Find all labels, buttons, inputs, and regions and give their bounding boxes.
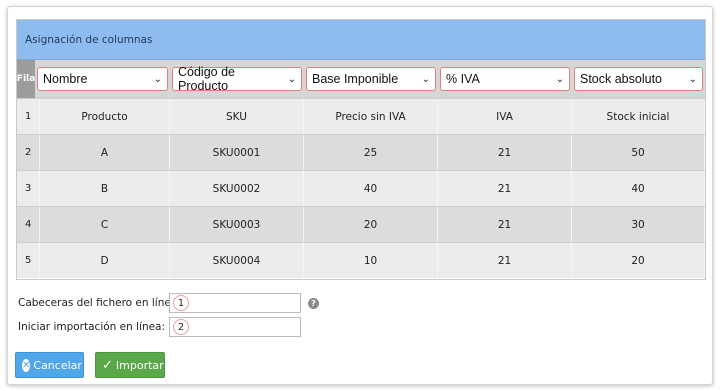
header-line-value: 1 [173,295,189,311]
table-row: 1 Producto SKU Precio sin IVA IVA Stock … [17,98,705,134]
header-line-field: Cabeceras del fichero en línea: 1 ? [18,293,319,313]
import-dialog: Asignación de columnas Fila Nombre ⌄ Códi… [7,6,713,385]
start-line-value: 2 [173,319,189,335]
table-row: 2 A SKU0001 25 21 50 [17,134,705,170]
panel-title: Asignación de columnas [25,33,153,46]
column-mapping-panel: Asignación de columnas Fila Nombre ⌄ Códi… [16,19,706,280]
header-line-label: Cabeceras del fichero en línea: [18,297,181,309]
chevron-down-icon: ⌄ [421,73,430,85]
start-line-input[interactable]: 2 [169,317,301,337]
check-icon: ✓ [102,357,113,373]
column-select-2[interactable]: Código de Producto ⌄ [172,65,302,93]
header-line-input[interactable]: 1 [169,293,301,313]
column-select-1[interactable]: Nombre ⌄ [37,67,168,91]
column-mapping-row: Fila Nombre ⌄ Código de Producto ⌄ Base Im… [17,60,705,98]
start-line-field: Iniciar importación en línea: 2 [18,317,301,337]
close-icon: ✕ [22,358,31,372]
panel-header: Asignación de columnas [17,20,705,60]
import-button[interactable]: ✓ Importar [95,352,165,378]
table-row: 5 D SKU0004 10 21 20 [17,242,705,278]
chevron-down-icon: ⌄ [287,73,296,85]
start-line-label: Iniciar importación en línea: [18,321,166,333]
chevron-down-icon: ⌄ [688,73,697,85]
table-row: 3 B SKU0002 40 21 40 [17,170,705,206]
chevron-down-icon: ⌄ [555,73,564,85]
column-select-5[interactable]: Stock absoluto ⌄ [574,67,703,91]
help-icon[interactable]: ? [308,297,319,309]
column-select-4[interactable]: % IVA ⌄ [440,67,570,91]
cancel-button[interactable]: ✕ Cancelar [15,352,84,378]
table-row: 4 C SKU0003 20 21 30 [17,206,705,242]
fila-header: Fila [17,60,35,98]
chevron-down-icon: ⌄ [153,73,162,85]
column-select-3[interactable]: Base Imponible ⌄ [306,67,436,91]
